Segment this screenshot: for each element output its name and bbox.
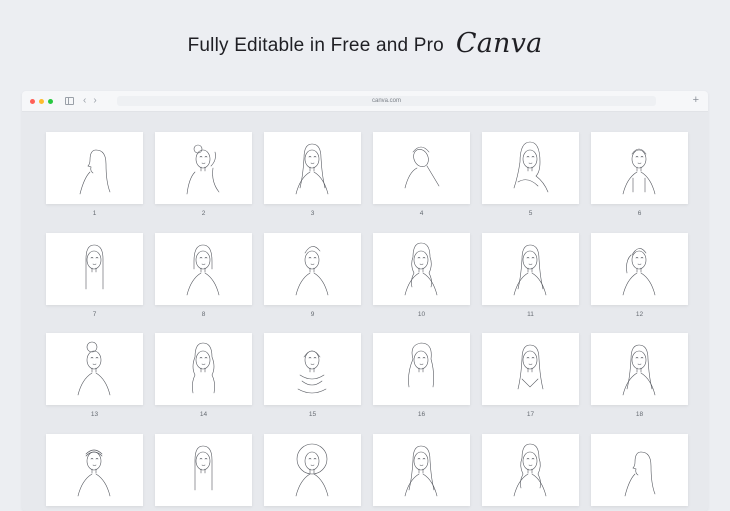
template-thumbnail[interactable] bbox=[373, 232, 470, 305]
thumbnail-number: 12 bbox=[635, 310, 644, 318]
thumbnail-number: 13 bbox=[90, 411, 99, 418]
template-thumbnail[interactable] bbox=[591, 433, 688, 506]
sidebar-toggle-icon[interactable] bbox=[65, 97, 74, 105]
template-thumbnail[interactable] bbox=[264, 433, 361, 506]
portrait-line-art bbox=[85, 244, 104, 289]
template-thumbnail[interactable] bbox=[155, 333, 252, 405]
template-thumbnail[interactable] bbox=[482, 132, 579, 204]
thumbnail-number: 15 bbox=[308, 411, 317, 418]
portrait-line-art bbox=[513, 244, 547, 295]
thumbnail-number: 18 bbox=[635, 411, 644, 418]
portrait-line-art bbox=[622, 148, 656, 195]
close-window-icon[interactable] bbox=[30, 98, 35, 104]
portrait-line-art bbox=[404, 242, 438, 295]
template-thumbnail[interactable] bbox=[373, 132, 470, 204]
portrait-line-art bbox=[295, 143, 329, 195]
portrait-line-art bbox=[404, 445, 438, 496]
portrait-line-art bbox=[192, 342, 215, 394]
thumbnail-number: 14 bbox=[199, 411, 208, 418]
portrait-line-art bbox=[297, 350, 327, 394]
template-thumbnail[interactable] bbox=[155, 433, 252, 506]
portrait-line-art bbox=[517, 344, 544, 390]
thumbnail-number: 9 bbox=[310, 310, 315, 318]
thumbnail-number: 1 bbox=[92, 210, 97, 217]
thumbnail-number: 16 bbox=[417, 411, 426, 418]
thumbnail-number: 17 bbox=[526, 411, 535, 418]
template-thumbnail[interactable] bbox=[591, 232, 688, 305]
forward-icon[interactable]: › bbox=[93, 96, 96, 106]
template-thumbnail[interactable] bbox=[46, 232, 143, 305]
browser-window: ‹ › canva.com + 1 2 3 4 5 6 7 8 9 10 11 12 13 14 15 16 1… bbox=[22, 91, 708, 511]
thumbnail-number: 3 bbox=[310, 210, 315, 217]
portrait-line-art bbox=[295, 443, 329, 496]
template-thumbnail[interactable] bbox=[591, 333, 688, 405]
headline-text: Fully Editable in Free and Pro bbox=[187, 34, 444, 56]
template-thumbnail[interactable] bbox=[46, 333, 143, 405]
maximize-window-icon[interactable] bbox=[48, 98, 53, 104]
portrait-line-art bbox=[77, 449, 111, 496]
minimize-window-icon[interactable] bbox=[39, 98, 44, 104]
thumbnail-number: 7 bbox=[92, 310, 97, 318]
template-thumbnail[interactable] bbox=[155, 132, 252, 204]
portrait-line-art bbox=[194, 445, 213, 490]
canva-logo: Canva bbox=[455, 28, 543, 59]
thumbnail-number: 6 bbox=[637, 210, 642, 217]
url-text: canva.com bbox=[371, 98, 401, 104]
traffic-lights bbox=[30, 98, 53, 104]
template-thumbnail[interactable] bbox=[373, 433, 470, 506]
template-thumbnail[interactable] bbox=[46, 433, 143, 506]
portrait-line-art bbox=[79, 149, 111, 195]
portrait-line-art bbox=[624, 451, 656, 496]
portrait-line-art bbox=[404, 146, 440, 189]
portrait-line-art bbox=[513, 443, 547, 496]
thumbnail-number: 2 bbox=[201, 210, 206, 217]
back-icon[interactable]: ‹ bbox=[83, 96, 86, 106]
address-bar[interactable]: canva.com bbox=[117, 96, 656, 106]
portrait-line-art bbox=[77, 341, 111, 396]
browser-toolbar: ‹ › canva.com + bbox=[22, 91, 708, 112]
template-thumbnail[interactable] bbox=[46, 132, 143, 204]
portrait-line-art bbox=[622, 344, 656, 396]
thumbnail-number: 11 bbox=[527, 310, 534, 318]
portrait-line-art bbox=[408, 342, 434, 388]
thumbnail-number: 8 bbox=[201, 310, 206, 318]
thumbnail-number: 4 bbox=[419, 210, 424, 217]
template-thumbnail[interactable] bbox=[482, 232, 579, 305]
template-thumbnail[interactable] bbox=[264, 333, 361, 405]
new-tab-icon[interactable]: + bbox=[693, 94, 699, 106]
thumbnail-number: 5 bbox=[528, 210, 533, 217]
template-thumbnail[interactable] bbox=[482, 433, 579, 506]
portrait-line-art bbox=[186, 244, 220, 295]
portrait-line-art bbox=[295, 245, 329, 295]
template-thumbnail[interactable] bbox=[155, 232, 252, 305]
template-thumbnail[interactable] bbox=[264, 132, 361, 204]
portrait-line-art bbox=[513, 141, 549, 193]
template-thumbnail[interactable] bbox=[373, 333, 470, 405]
template-thumbnail[interactable] bbox=[482, 333, 579, 405]
thumbnail-number: 10 bbox=[417, 310, 426, 318]
headline: Fully Editable in Free and Pro Canva bbox=[0, 28, 730, 61]
template-thumbnail[interactable] bbox=[264, 232, 361, 305]
portrait-line-art bbox=[622, 247, 656, 295]
portrait-line-art bbox=[186, 144, 220, 195]
template-thumbnail[interactable] bbox=[591, 132, 688, 204]
